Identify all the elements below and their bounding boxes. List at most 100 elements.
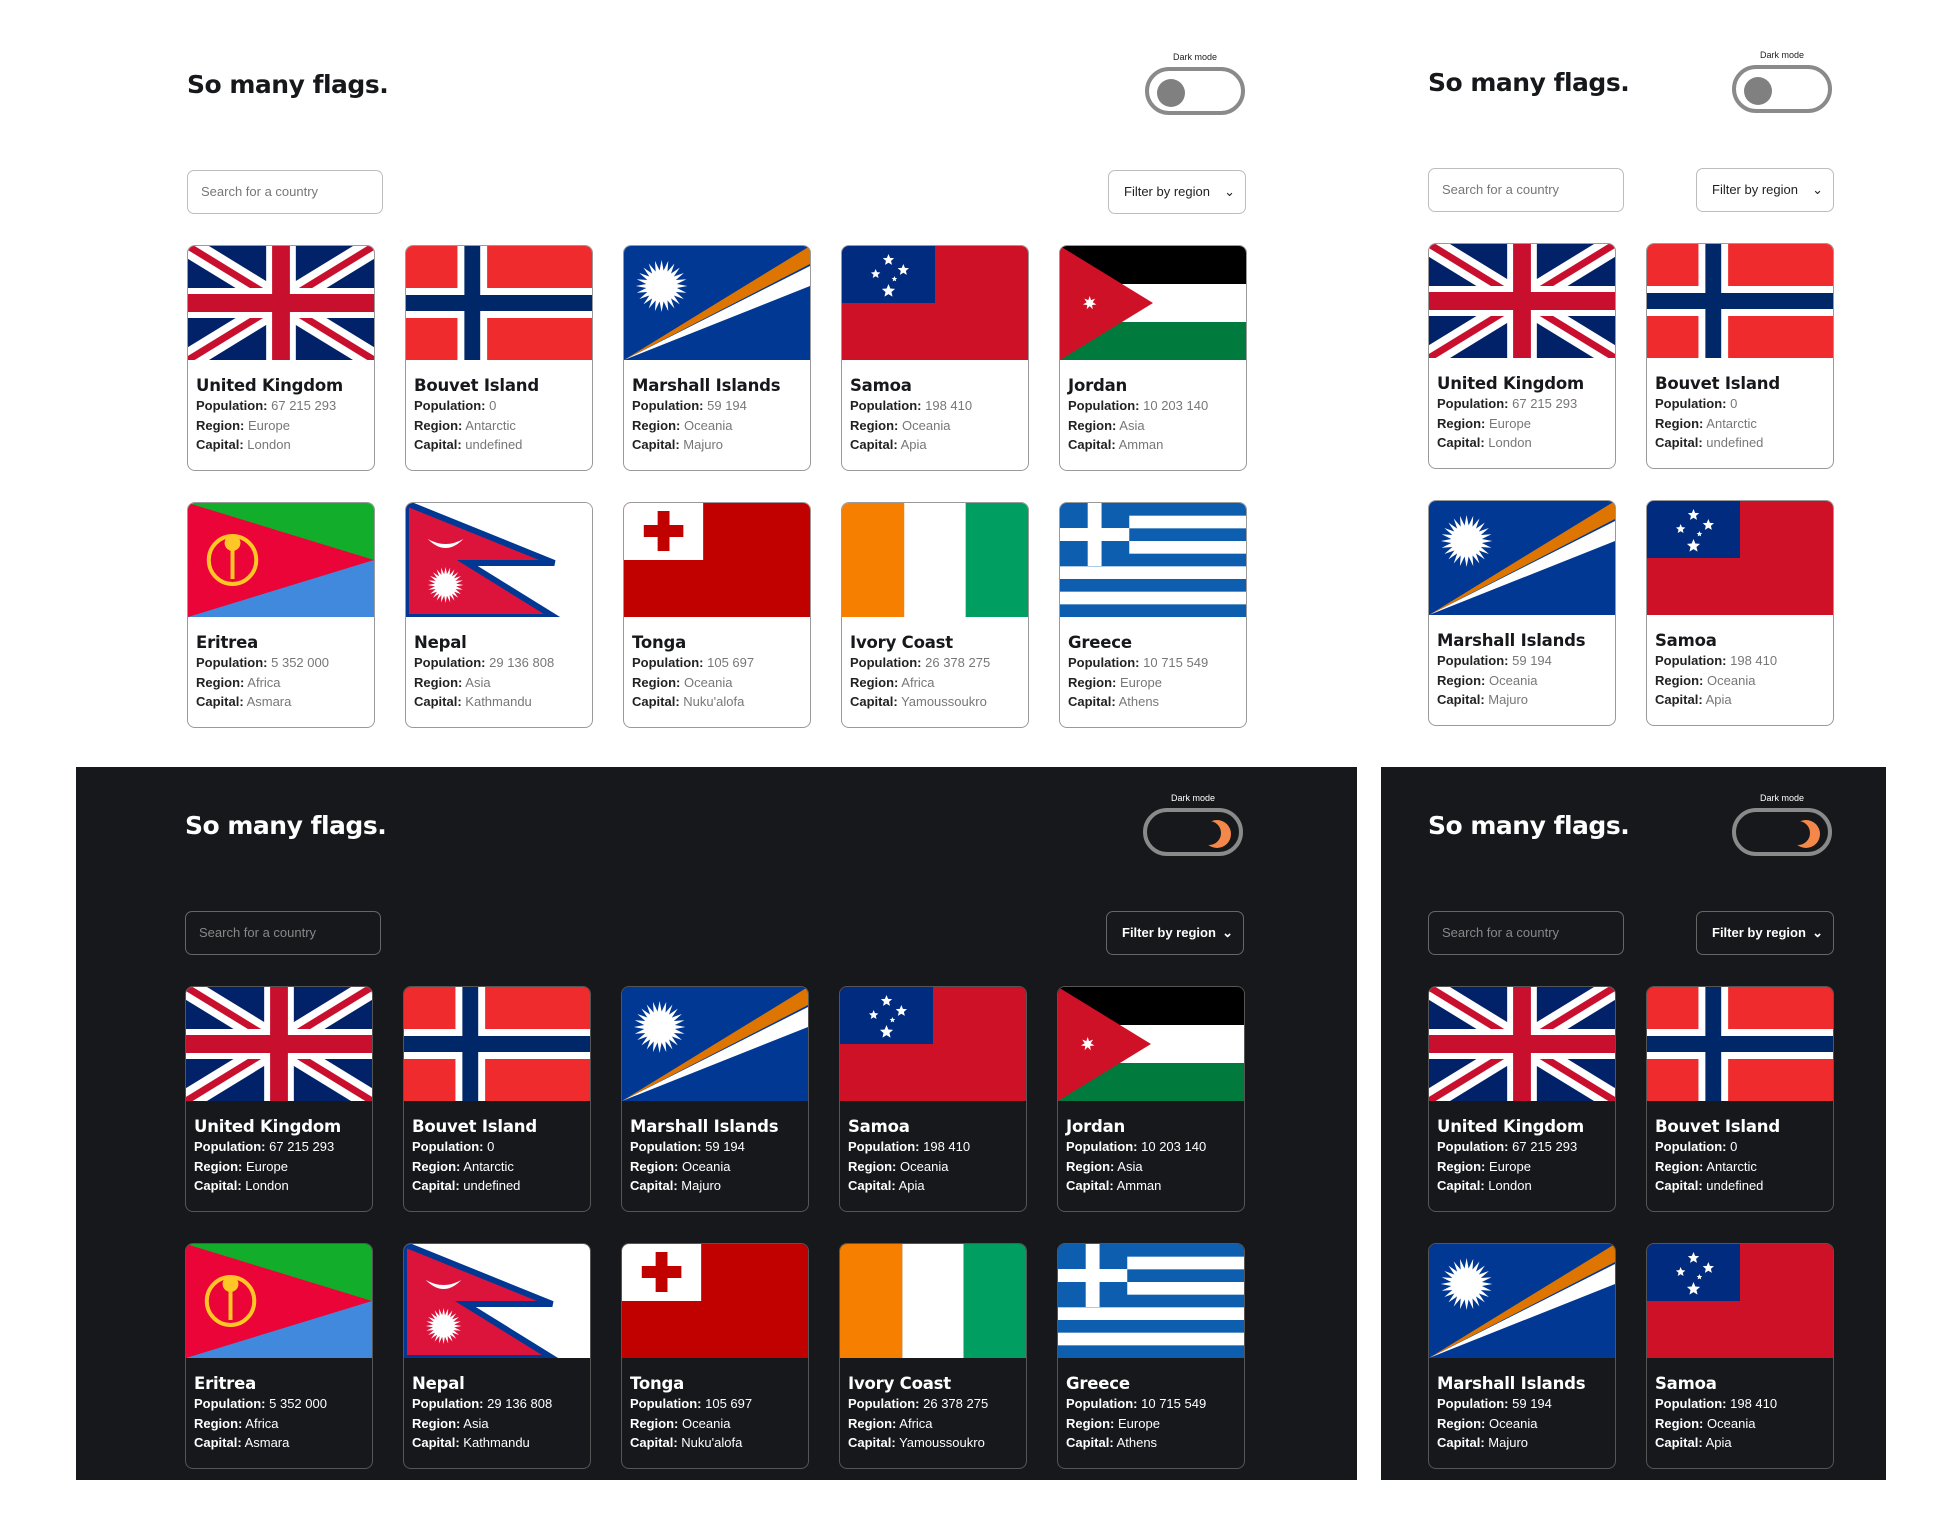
region-row: Region: Asia xyxy=(1068,417,1145,433)
region-row: Region: Asia xyxy=(414,674,491,690)
dark-mode-toggle[interactable] xyxy=(1143,808,1243,856)
dark-mode-label: Dark mode xyxy=(1759,50,1804,60)
country-name: Samoa xyxy=(848,1117,910,1136)
country-name: Bouvet Island xyxy=(1655,374,1780,393)
country-card[interactable]: Eritrea Population: 5 352 000 Region: Afri… xyxy=(187,502,375,728)
country-card[interactable]: Tonga Population: 105 697 Region: Oceania C… xyxy=(621,1243,809,1469)
capital-row: Capital: Majuro xyxy=(1437,1435,1529,1450)
light-desktop-view: So many flags. Dark mode Search for a coun… xyxy=(0,0,1356,760)
country-card[interactable]: Greece Population: 10 715 549 Region: Euro… xyxy=(1059,502,1247,728)
country-name: Marshall Islands xyxy=(1437,1374,1586,1393)
uk-flag-icon xyxy=(188,246,374,360)
country-card[interactable]: Bouvet Island Population: 0 Region: Antarc… xyxy=(1646,243,1834,469)
norway-flag-icon xyxy=(1647,244,1833,358)
search-input[interactable]: Search for a country xyxy=(187,170,383,214)
capital-row: Capital: Kathmandu xyxy=(412,1435,530,1450)
country-card[interactable]: Samoa Population: 198 410 Region: Oceania C… xyxy=(841,245,1029,471)
dark-mode-toggle[interactable] xyxy=(1732,65,1832,113)
region-row: Region: Antarctic xyxy=(1655,1158,1757,1174)
population-row: Population: 10 203 140 xyxy=(1066,1139,1207,1154)
country-name: Ivory Coast xyxy=(850,633,953,652)
region-row: Region: Europe xyxy=(194,1158,288,1174)
country-card[interactable]: United Kingdom Population: 67 215 293 Regi… xyxy=(185,986,373,1212)
country-card[interactable]: Bouvet Island Population: 0 Region: Antarc… xyxy=(405,245,593,471)
country-card[interactable]: Marshall Islands Population: 59 194 Region… xyxy=(621,986,809,1212)
region-filter-select[interactable]: Filter by region ⌄ xyxy=(1696,168,1834,212)
population-row: Population: 198 410 xyxy=(1655,1396,1778,1411)
region-filter-select[interactable]: Filter by region ⌄ xyxy=(1108,170,1246,214)
capital-row: Capital: Athens xyxy=(1068,694,1160,709)
page-title: So many flags. xyxy=(1428,68,1630,97)
dark-mode-toggle[interactable] xyxy=(1145,67,1245,115)
region-row: Region: Oceania xyxy=(632,417,733,433)
capital-row: Capital: Majuro xyxy=(1437,692,1529,707)
region-filter-select[interactable]: Filter by region ⌄ xyxy=(1696,911,1834,955)
country-card[interactable]: Bouvet Island Population: 0 Region: Antarc… xyxy=(403,986,591,1212)
country-card[interactable]: Samoa Population: 198 410 Region: Oceania C… xyxy=(1646,1243,1834,1469)
country-card[interactable]: Jordan Population: 10 203 140 Region: Asia… xyxy=(1057,986,1245,1212)
country-card[interactable]: Marshall Islands Population: 59 194 Region… xyxy=(623,245,811,471)
capital-row: Capital: Apia xyxy=(848,1178,925,1193)
page-title: So many flags. xyxy=(1428,811,1630,840)
country-card[interactable]: Greece Population: 10 715 549 Region: Euro… xyxy=(1057,1243,1245,1469)
region-filter-label: Filter by region xyxy=(1122,925,1216,940)
region-row: Region: Antarctic xyxy=(412,1158,514,1174)
nepal-flag-icon xyxy=(404,1244,590,1358)
country-card[interactable]: Nepal Population: 29 136 808 Region: Asia C… xyxy=(405,502,593,728)
country-name: Samoa xyxy=(1655,631,1717,650)
search-input[interactable]: Search for a country xyxy=(1428,168,1624,212)
region-row: Region: Oceania xyxy=(630,1415,731,1431)
population-row: Population: 29 136 808 xyxy=(414,655,555,670)
country-card[interactable]: Ivory Coast Population: 26 378 275 Region:… xyxy=(839,1243,1027,1469)
country-card[interactable]: United Kingdom Population: 67 215 293 Regi… xyxy=(1428,986,1616,1212)
population-row: Population: 198 410 xyxy=(850,398,973,413)
country-card[interactable]: United Kingdom Population: 67 215 293 Regi… xyxy=(187,245,375,471)
country-card[interactable]: Nepal Population: 29 136 808 Region: Asia C… xyxy=(403,1243,591,1469)
chevron-down-icon: ⌄ xyxy=(1224,184,1235,199)
country-card[interactable]: Bouvet Island Population: 0 Region: Antarc… xyxy=(1646,986,1834,1212)
population-row: Population: 59 194 xyxy=(1437,653,1552,668)
region-filter-select[interactable]: Filter by region ⌄ xyxy=(1106,911,1244,955)
capital-row: Capital: Nuku'alofa xyxy=(632,694,745,709)
country-card[interactable]: United Kingdom Population: 67 215 293 Regi… xyxy=(1428,243,1616,469)
region-row: Region: Europe xyxy=(1437,415,1531,431)
page-title: So many flags. xyxy=(185,811,387,840)
country-card[interactable]: Ivory Coast Population: 26 378 275 Region:… xyxy=(841,502,1029,728)
country-card[interactable]: Jordan Population: 10 203 140 Region: Asia… xyxy=(1059,245,1247,471)
country-card[interactable]: Marshall Islands Population: 59 194 Region… xyxy=(1428,500,1616,726)
eritrea-flag-icon xyxy=(186,1244,372,1358)
region-row: Region: Oceania xyxy=(848,1158,949,1174)
search-input[interactable]: Search for a country xyxy=(1428,911,1624,955)
country-card[interactable]: Samoa Population: 198 410 Region: Oceania C… xyxy=(1646,500,1834,726)
country-card[interactable]: Samoa Population: 198 410 Region: Oceania C… xyxy=(839,986,1027,1212)
dark-mode-toggle[interactable] xyxy=(1732,808,1832,856)
population-row: Population: 59 194 xyxy=(632,398,747,413)
population-row: Population: 198 410 xyxy=(1655,653,1778,668)
uk-flag-icon xyxy=(1429,987,1615,1101)
population-row: Population: 10 203 140 xyxy=(1068,398,1209,413)
dark-mode-switch: Dark mode xyxy=(1145,52,1245,115)
jordan-flag-icon xyxy=(1060,246,1246,360)
country-name: United Kingdom xyxy=(1437,374,1584,393)
samoa-flag-icon xyxy=(840,987,1026,1101)
capital-row: Capital: Yamoussoukro xyxy=(850,694,987,709)
population-row: Population: 105 697 xyxy=(630,1396,753,1411)
capital-row: Capital: undefined xyxy=(412,1178,521,1193)
region-filter-label: Filter by region xyxy=(1124,184,1210,199)
population-row: Population: 29 136 808 xyxy=(412,1396,553,1411)
country-name: Marshall Islands xyxy=(1437,631,1586,650)
population-row: Population: 10 715 549 xyxy=(1066,1396,1207,1411)
search-input[interactable]: Search for a country xyxy=(185,911,381,955)
country-name: United Kingdom xyxy=(196,376,343,395)
region-filter-label: Filter by region xyxy=(1712,182,1798,197)
population-row: Population: 26 378 275 xyxy=(850,655,991,670)
population-row: Population: 67 215 293 xyxy=(1437,396,1578,411)
country-card[interactable]: Tonga Population: 105 697 Region: Oceania C… xyxy=(623,502,811,728)
country-name: Marshall Islands xyxy=(630,1117,779,1136)
marshall-flag-icon xyxy=(624,246,810,360)
country-card[interactable]: Marshall Islands Population: 59 194 Region… xyxy=(1428,1243,1616,1469)
country-card[interactable]: Eritrea Population: 5 352 000 Region: Afri… xyxy=(185,1243,373,1469)
country-name: Eritrea xyxy=(196,633,259,652)
capital-row: Capital: Athens xyxy=(1066,1435,1158,1450)
capital-row: Capital: Asmara xyxy=(196,694,292,709)
